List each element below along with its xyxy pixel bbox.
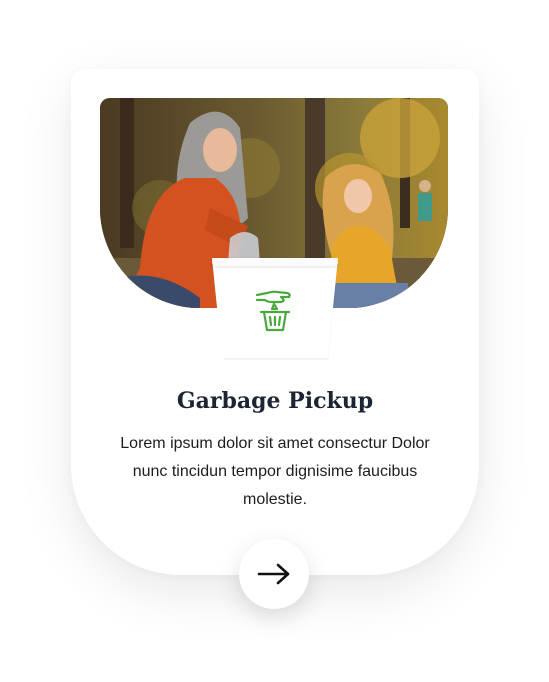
card-title: Garbage Pickup bbox=[176, 388, 374, 414]
read-more-button[interactable] bbox=[239, 539, 309, 609]
arrow-right-icon bbox=[257, 563, 290, 585]
hand-dropping-trash-into-bin-icon bbox=[255, 290, 291, 332]
icon-holder-rim bbox=[212, 258, 338, 266]
card-description: Lorem ipsum dolor sit amet consectur Dol… bbox=[120, 435, 430, 508]
